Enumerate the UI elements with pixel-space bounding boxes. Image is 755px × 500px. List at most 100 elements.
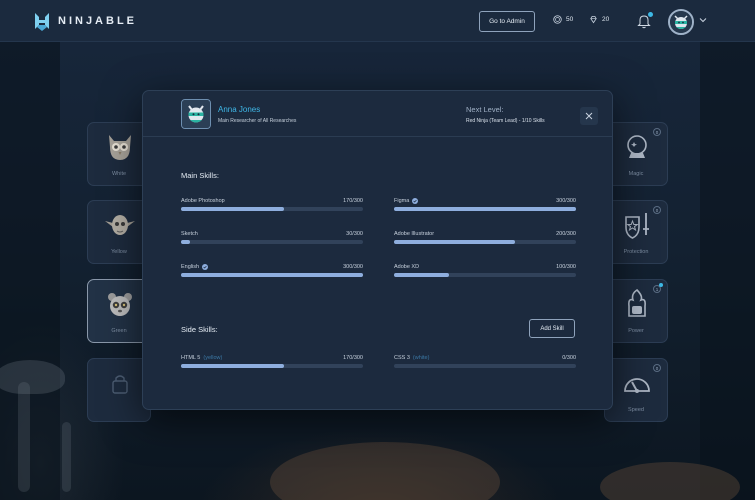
card-label: White [111,171,127,177]
skill-name-text: HTML 5 [181,355,201,361]
coins-value: 50 [566,16,574,23]
skill-progress-bar [394,240,576,244]
verified-check-icon [412,198,419,204]
skill-name: Adobe Photoshop [181,198,225,204]
skill-value: 300/300 [556,198,576,204]
skill-name: Adobe Illustrator [394,231,434,237]
profile-subtitle: Main Researcher of All Researches [218,118,297,124]
speedometer-icon [624,378,650,393]
top-navigation-bar: NINJABLE Go to Admin 50 20 [0,0,755,42]
app-name: NINJABLE [58,15,138,27]
verified-check-icon [202,264,209,270]
fire-fist-icon [628,288,646,317]
skill-name: HTML 5 (yellow) [181,355,222,361]
skill-card-magic[interactable]: 0 Magic [604,122,668,186]
mushroom [18,382,30,492]
shield-sword-icon [625,213,649,239]
skill-progress-bar [181,273,363,277]
skill-progress-bar [181,207,363,211]
lemur-icon [108,293,132,316]
skill-value: 300/300 [343,264,363,270]
next-level-value: Red Ninja (Team Lead) - 1/10 Skills [466,118,545,124]
ninja-logo-icon [35,13,49,31]
skill-progress-fill [181,364,285,368]
owl-icon [109,135,131,160]
card-label: Speed [628,407,644,413]
go-to-admin-button[interactable]: Go to Admin [479,11,535,32]
count-badge: 0 [653,206,661,214]
card-label: Protection [623,249,649,255]
skill-card-speed[interactable]: 0 Speed [604,358,668,422]
skill-progress-bar [394,207,576,211]
coin-icon [553,15,562,24]
ninja-avatar-icon [182,100,210,128]
gems-value: 20 [602,16,610,23]
skill-progress-fill [181,207,285,211]
profile-name: Anna Jones [218,105,261,114]
skill-progress-bar [181,364,363,368]
skill-name: Sketch [181,231,198,237]
skill-progress-fill [394,273,449,277]
card-label: Yellow [111,249,127,255]
skill-name-text: CSS 3 [394,355,410,361]
side-skills-title: Side Skills: [181,325,218,334]
mushroom-cap [0,360,65,394]
notification-dot [648,12,653,17]
skill-progress-fill [181,240,191,244]
skill-progress-bar [394,364,576,368]
locked-bag-icon [112,375,128,394]
gems-counter[interactable]: 20 [589,15,609,24]
skill-name-text: Figma [394,198,410,204]
card-label: Green [111,328,127,334]
modal-header: Anna Jones Main Researcher of All Resear… [143,91,612,137]
card-label: Magic [628,171,644,177]
skill-card-protection[interactable]: 0 Protection [604,200,668,264]
app-logo[interactable]: NINJABLE [33,11,137,31]
skill-tag: (yellow) [203,355,223,361]
skill-name: Adobe XD [394,264,419,270]
goblin-icon [105,215,135,235]
skill-value: 0/300 [562,355,576,361]
mushroom [62,422,71,492]
skill-progress-bar [181,240,363,244]
skill-progress-fill [394,240,516,244]
skill-card-power[interactable]: 1 Power [604,279,668,343]
crystal-ball-icon [627,135,647,158]
count-badge: 0 [653,128,661,136]
main-skills-title: Main Skills: [181,171,219,180]
rock [270,442,500,500]
user-avatar[interactable] [668,9,694,35]
skill-tag: (white) [412,355,430,361]
skill-name-text: English [181,264,200,270]
coins-counter[interactable]: 50 [553,15,573,24]
skill-progress-fill [394,207,576,211]
close-button[interactable] [580,107,598,125]
ninja-avatar-icon [670,11,692,33]
tree-trunk [700,42,755,500]
skills-modal: Anna Jones Main Researcher of All Resear… [142,90,613,410]
skill-value: 200/300 [556,231,576,237]
skill-progress-fill [181,273,363,277]
skill-value: 100/300 [556,264,576,270]
profile-avatar [181,99,211,129]
add-skill-button[interactable]: Add Skill [529,319,575,338]
tree-trunk [0,42,60,500]
skill-name-text: Sketch [181,231,198,237]
skill-name-text: Adobe XD [394,264,420,270]
skill-name: CSS 3 (white) [394,355,429,361]
skill-name-text: Adobe Illustrator [394,231,435,237]
chevron-down-icon[interactable] [699,17,707,23]
new-indicator-dot [659,283,663,287]
diamond-icon [590,15,597,24]
next-level-label: Next Level: [466,105,504,114]
count-badge: 0 [653,364,661,372]
skill-value: 170/300 [343,355,363,361]
skill-name-text: Adobe Photoshop [181,198,225,204]
close-icon [585,112,593,120]
skill-progress-bar [394,273,576,277]
card-label: Power [628,328,644,334]
skill-value: 30/300 [346,231,363,237]
skill-value: 170/300 [343,198,363,204]
skill-name: English [181,264,209,270]
skill-name: Figma [394,198,419,204]
